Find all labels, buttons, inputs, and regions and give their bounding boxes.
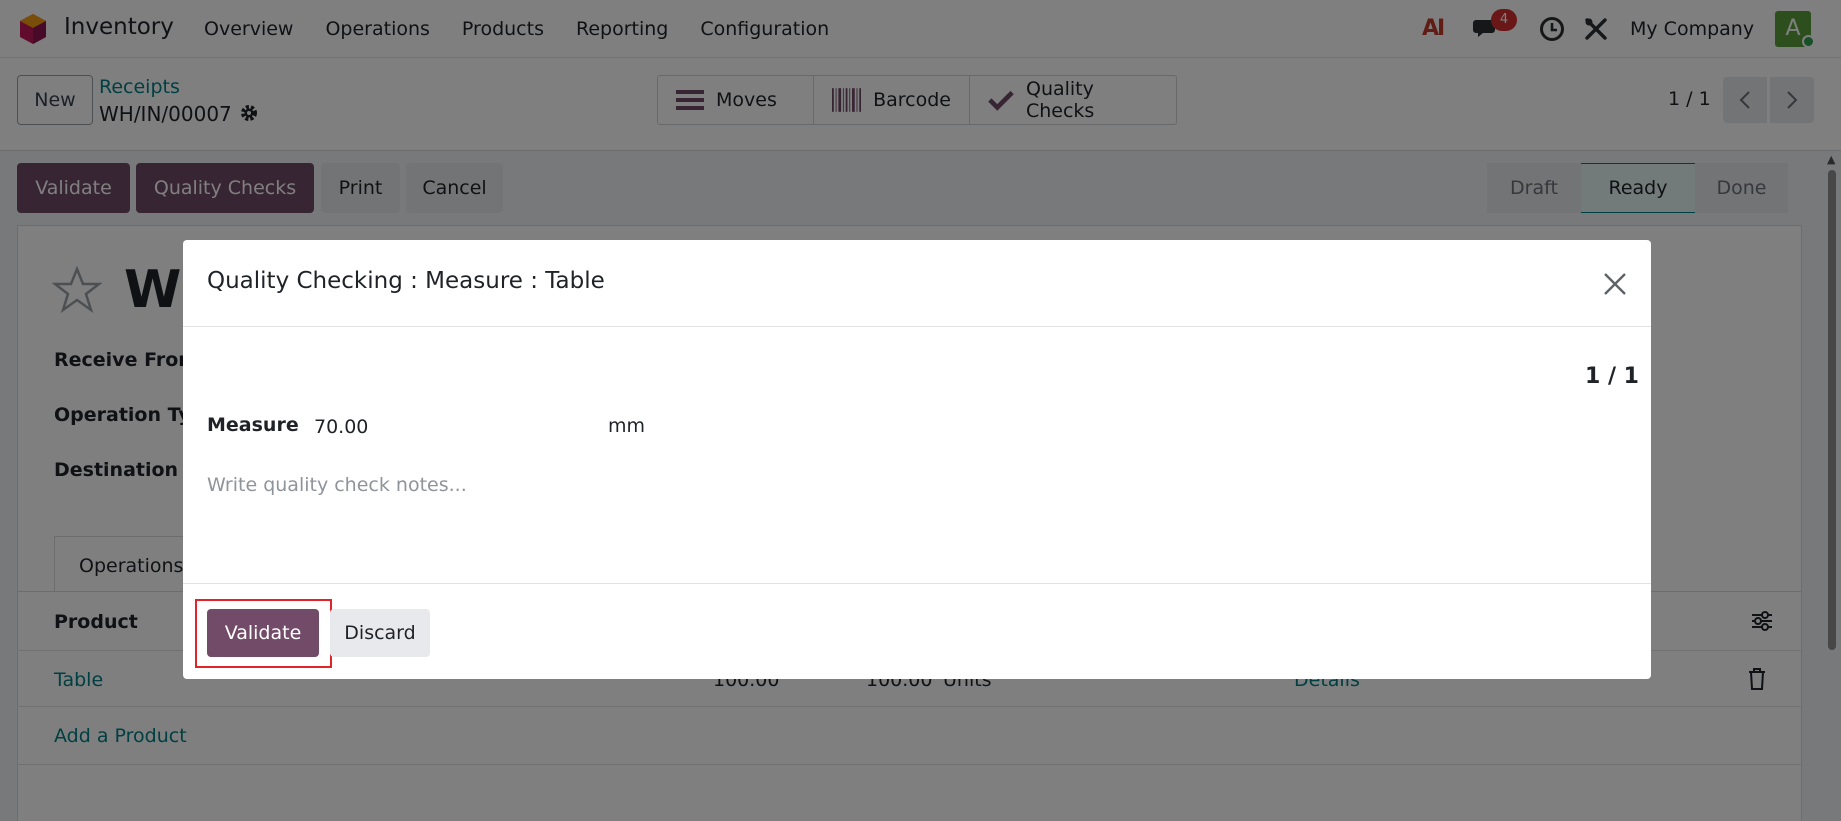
quality-notes-field[interactable] [207,470,1607,500]
measure-unit: mm [608,415,646,437]
close-icon[interactable] [1603,272,1627,296]
quality-check-dialog: Quality Checking : Measure : Table 1 / 1… [183,240,1651,679]
dialog-validate-button[interactable]: Validate [207,609,319,657]
dialog-discard-button[interactable]: Discard [330,609,430,657]
dialog-header-divider [183,326,1651,327]
dialog-footer-divider [183,583,1651,584]
dialog-title: Quality Checking : Measure : Table [207,268,605,294]
check-counter: 1 / 1 [1585,364,1639,389]
measure-label: Measure [207,414,299,436]
measure-input[interactable] [314,413,604,441]
